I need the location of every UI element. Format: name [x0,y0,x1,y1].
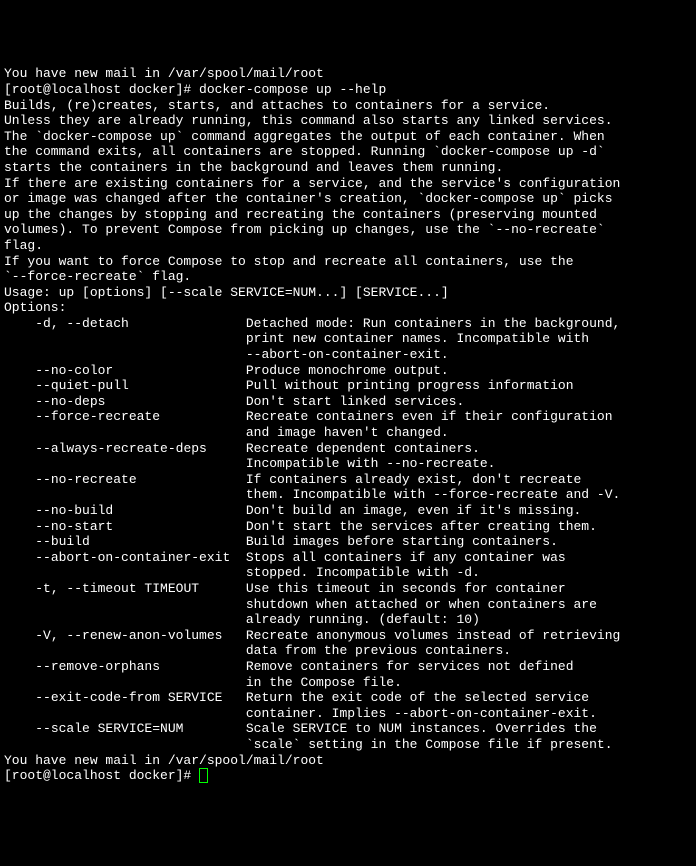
terminal-line: in the Compose file. [4,675,692,691]
terminal-line: already running. (default: 10) [4,612,692,628]
terminal-line: You have new mail in /var/spool/mail/roo… [4,66,692,82]
cursor [199,768,208,783]
terminal-line: If there are existing containers for a s… [4,176,692,192]
terminal-line: `scale` setting in the Compose file if p… [4,737,692,753]
terminal-line: and image haven't changed. [4,425,692,441]
terminal-line: print new container names. Incompatible … [4,331,692,347]
terminal-line: --no-recreate If containers already exis… [4,472,692,488]
terminal-line: data from the previous containers. [4,643,692,659]
terminal-line: shutdown when attached or when container… [4,597,692,613]
terminal-line: container. Implies --abort-on-container-… [4,706,692,722]
terminal-line: --no-deps Don't start linked services. [4,394,692,410]
terminal-line: [root@localhost docker]# docker-compose … [4,82,692,98]
terminal-line: stopped. Incompatible with -d. [4,565,692,581]
terminal-line: --no-start Don't start the services afte… [4,519,692,535]
terminal-line: flag. [4,238,692,254]
terminal-line: the command exits, all containers are st… [4,144,692,160]
terminal-line: --build Build images before starting con… [4,534,692,550]
terminal-line: them. Incompatible with --force-recreate… [4,487,692,503]
terminal-line: The `docker-compose up` command aggregat… [4,129,692,145]
terminal-output[interactable]: You have new mail in /var/spool/mail/roo… [4,66,692,783]
terminal-line: Usage: up [options] [--scale SERVICE=NUM… [4,285,692,301]
terminal-line: starts the containers in the background … [4,160,692,176]
terminal-line: up the changes by stopping and recreatin… [4,207,692,223]
terminal-line: Incompatible with --no-recreate. [4,456,692,472]
terminal-line: Unless they are already running, this co… [4,113,692,129]
terminal-line: --abort-on-container-exit. [4,347,692,363]
terminal-line: If you want to force Compose to stop and… [4,254,692,270]
terminal-line: --scale SERVICE=NUM Scale SERVICE to NUM… [4,721,692,737]
terminal-line: Builds, (re)creates, starts, and attache… [4,98,692,114]
terminal-line: --no-color Produce monochrome output. [4,363,692,379]
terminal-line: `--force-recreate` flag. [4,269,692,285]
terminal-line: --quiet-pull Pull without printing progr… [4,378,692,394]
terminal-line: -d, --detach Detached mode: Run containe… [4,316,692,332]
terminal-line: --remove-orphans Remove containers for s… [4,659,692,675]
terminal-line: --abort-on-container-exit Stops all cont… [4,550,692,566]
terminal-line: --exit-code-from SERVICE Return the exit… [4,690,692,706]
terminal-line: -V, --renew-anon-volumes Recreate anonym… [4,628,692,644]
terminal-line: --always-recreate-deps Recreate dependen… [4,441,692,457]
terminal-line: -t, --timeout TIMEOUT Use this timeout i… [4,581,692,597]
terminal-line: You have new mail in /var/spool/mail/roo… [4,753,692,769]
terminal-line: or image was changed after the container… [4,191,692,207]
terminal-line: --no-build Don't build an image, even if… [4,503,692,519]
terminal-line: --force-recreate Recreate containers eve… [4,409,692,425]
terminal-line: volumes). To prevent Compose from pickin… [4,222,692,238]
terminal-line: Options: [4,300,692,316]
shell-prompt: [root@localhost docker]# [4,768,199,783]
